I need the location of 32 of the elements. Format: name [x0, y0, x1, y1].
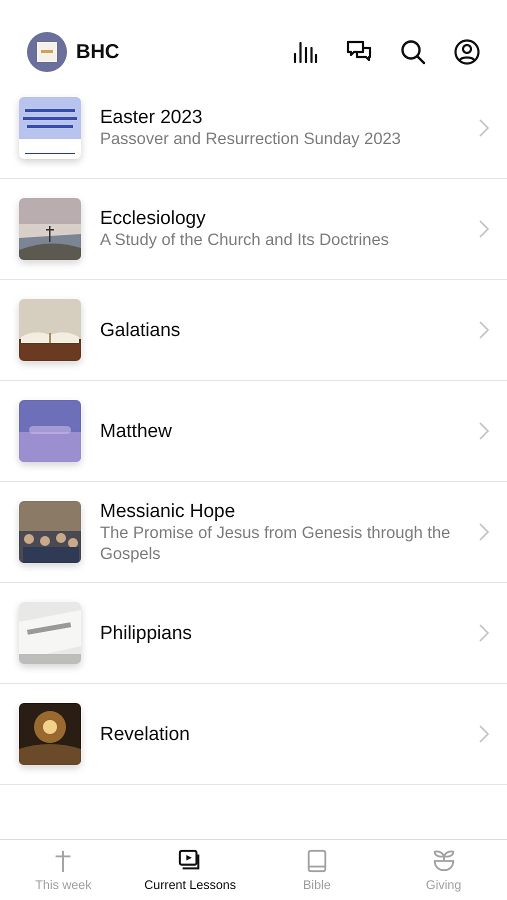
tab-item[interactable]: Current Lessons [126, 840, 254, 900]
logo-avatar-icon[interactable] [27, 32, 67, 72]
lesson-row[interactable]: Matthew [0, 381, 507, 482]
account-icon[interactable] [454, 39, 480, 65]
lesson-title: Matthew [100, 420, 173, 442]
lesson-row[interactable]: Easter 2023 Passover and Resurrection Sunday 2023 [0, 78, 507, 179]
lesson-subtitle: The Promise of Jesus from Genesis through the Gospels [100, 522, 452, 564]
app-title: BHC [76, 40, 120, 64]
lesson-row[interactable]: Galatians [0, 280, 507, 381]
lesson-title: Ecclesiology [100, 207, 207, 230]
chevron-right-icon [479, 119, 489, 137]
plant-bowl-icon [432, 848, 456, 872]
lesson-subtitle: Passover and Resurrection Sunday 2023 [100, 129, 402, 150]
lesson-title: Easter 2023 [100, 106, 204, 129]
search-icon[interactable] [400, 39, 426, 65]
chevron-right-icon [479, 220, 489, 238]
audio-bars-icon[interactable] [292, 39, 318, 65]
chevron-right-icon [479, 422, 489, 440]
chevron-right-icon [479, 321, 489, 339]
chevron-right-icon [479, 624, 489, 642]
lesson-subtitle: A Study of the Church and Its Doctrines [100, 230, 390, 251]
lesson-row[interactable]: Philippians [0, 583, 507, 684]
lesson-title: Revelation [100, 722, 191, 746]
lesson-row[interactable]: Ecclesiology A Study of the Church and Its Doctrines [0, 179, 507, 280]
video-stack-icon [178, 848, 202, 872]
lesson-row[interactable]: Messianic Hope The Promise of Jesus from Genesis through the Gospels [0, 482, 507, 583]
lesson-title: Messianic Hope [100, 500, 236, 522]
lesson-title: Galatians [100, 318, 182, 342]
chevron-right-icon [479, 523, 489, 541]
lesson-title: Philippians [100, 622, 193, 644]
chevron-right-icon [479, 725, 489, 743]
lesson-row[interactable]: Revelation [0, 684, 507, 785]
